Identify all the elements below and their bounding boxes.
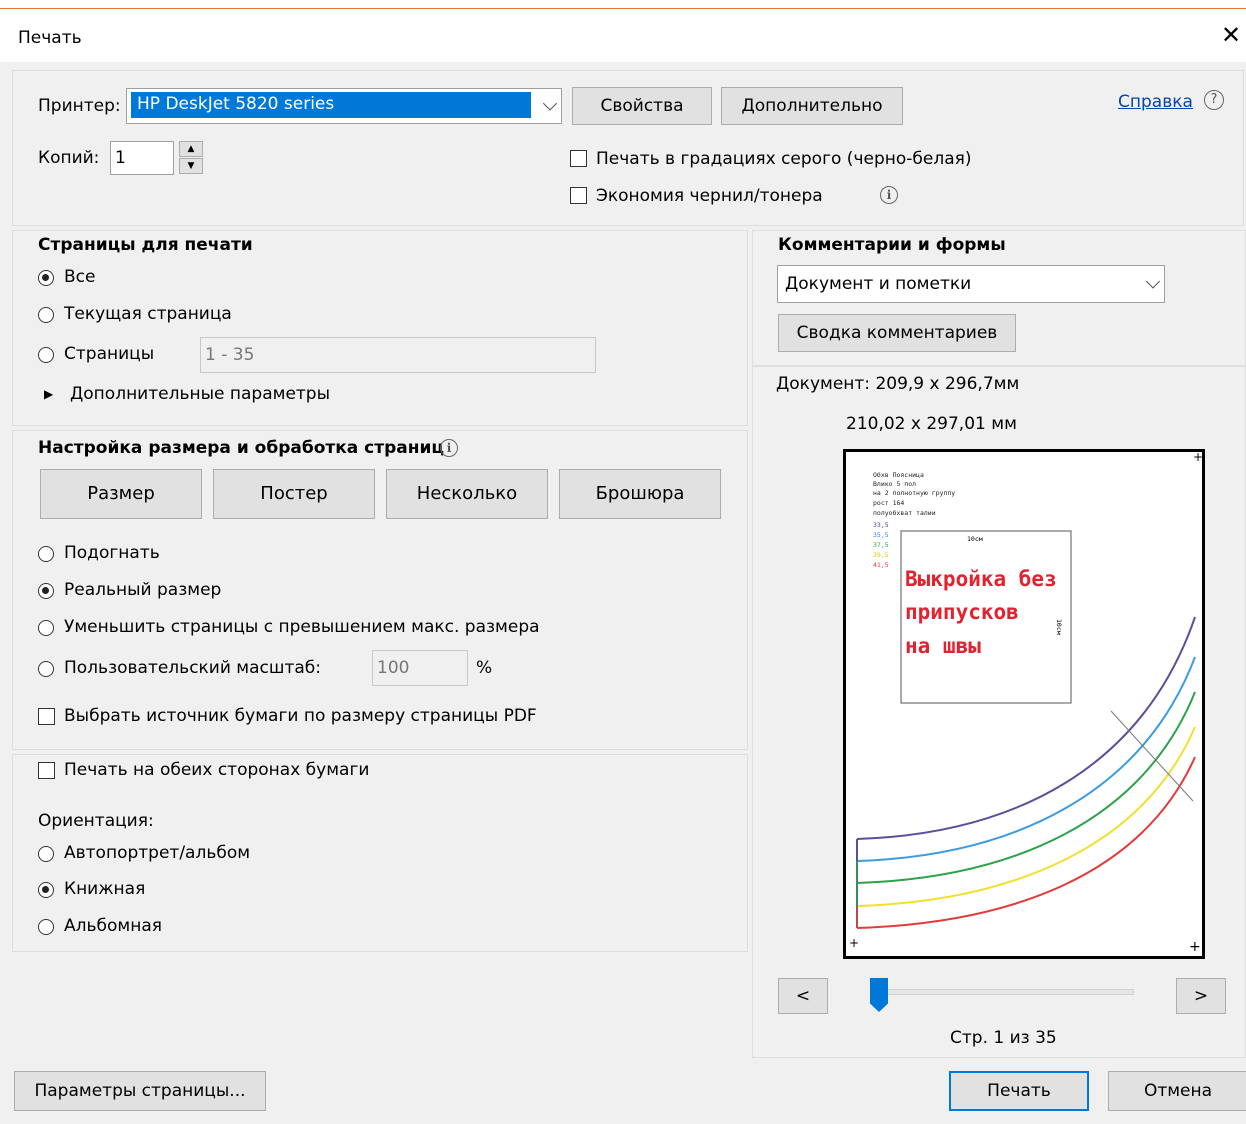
scale-box-label: 10см [967,535,983,543]
radio-page-range[interactable] [38,347,54,363]
sheet-size: 35,5 [873,531,889,539]
sheet-note: полуобхват талии [873,509,936,517]
radio-portrait[interactable] [38,882,54,898]
grayscale-label: Печать в градациях серого (черно-белая) [596,149,972,169]
radio-all-pages[interactable] [38,270,54,286]
auto-orientation-label: Автопортрет/альбом [64,843,251,863]
tab-poster[interactable]: Постер [213,469,375,519]
portrait-label: Книжная [64,879,146,899]
duplex-label: Печать на обеих сторонах бумаги [64,760,370,780]
document-size: Документ: 209,9 x 296,7мм [776,374,1020,394]
copies-stepper[interactable]: ▲ ▼ [179,141,203,175]
crop-mark-icon: + [1189,939,1201,955]
sheet-size: 37,5 [873,541,889,549]
shrink-label: Уменьшить страницы с превышением макс. р… [64,617,540,637]
tab-poster-label: Постер [260,483,328,504]
tab-multiple-label: Несколько [416,483,518,504]
sheet-size: 39,5 [873,551,889,559]
scale-box-side-label: 10см [1055,619,1063,635]
actual-size-label: Реальный размер [64,580,222,600]
radio-auto-orientation[interactable] [38,846,54,862]
sheet-note: Обхв Поясница [873,471,924,479]
page-indicator: Стр. 1 из 35 [950,1028,1057,1048]
all-pages-label: Все [64,267,96,287]
page-range-label: Страницы [64,344,155,364]
page-range-input[interactable]: 1 - 35 [200,337,596,373]
tab-multiple[interactable]: Несколько [386,469,548,519]
stepper-down-icon[interactable]: ▼ [179,158,203,174]
paper-source-checkbox[interactable] [38,708,55,725]
expand-triangle-icon[interactable]: ▶ [44,387,53,401]
percent-sign: % [476,658,493,678]
tab-booklet-label: Брошюра [595,483,685,504]
page-setup-button[interactable]: Параметры страницы... [14,1071,266,1111]
radio-actual-size[interactable] [38,583,54,599]
sheet-size: 41,5 [873,561,889,569]
help-link[interactable]: Справка [1118,92,1193,112]
paper-source-label: Выбрать источник бумаги по размеру стран… [64,706,537,726]
copies-label: Копий: [38,148,100,168]
current-page-label: Текущая страница [64,304,232,324]
info-icon[interactable]: i [440,439,458,457]
slider-thumb[interactable] [870,978,888,1012]
sheet-note: Влико 5 пол [873,480,916,488]
sheet-size: 33,5 [873,521,889,529]
info-icon[interactable]: i [880,186,898,204]
advanced-button[interactable]: Дополнительно [721,87,903,125]
radio-shrink[interactable] [38,620,54,636]
next-page-button[interactable]: > [1176,978,1226,1014]
sheet-note: на 2 полнотную группу [873,489,955,497]
comments-heading: Комментарии и формы [778,235,1006,255]
custom-scale-label: Пользовательский масштаб: [64,658,321,678]
comments-select[interactable]: Документ и пометки [777,265,1165,303]
window-top-border [0,8,1246,9]
help-icon[interactable]: ? [1204,90,1224,110]
red-text-line: Выкройка без [905,567,1057,591]
prev-page-button[interactable]: < [778,978,828,1014]
duplex-checkbox[interactable] [38,762,55,779]
sheet-note: рост 164 [873,499,904,507]
radio-current-page[interactable] [38,307,54,323]
properties-button[interactable]: Свойства [572,87,712,125]
red-text-line: на швы [905,634,981,658]
crop-mark-icon: + [1193,450,1203,464]
printer-select[interactable]: HP DeskJet 5820 series [126,88,562,124]
custom-scale-input[interactable]: 100 [372,650,468,686]
stepper-up-icon[interactable]: ▲ [179,141,203,157]
grayscale-checkbox[interactable] [570,150,587,167]
ink-saving-checkbox[interactable] [570,187,587,204]
sizing-heading: Настройка размера и обработка страниц [38,438,444,458]
crop-mark-icon: + [849,936,859,950]
page-preview: + + + Обхв Поясница Влико 5 пол на 2 пол… [843,449,1205,959]
dialog-title: Печать [18,28,82,48]
pages-heading: Страницы для печати [38,235,253,255]
orientation-heading: Ориентация: [38,811,154,831]
page-slider[interactable] [870,978,1134,1014]
slider-track [870,989,1134,995]
fit-label: Подогнать [64,543,160,563]
red-text-line: припусков [905,600,1019,624]
printer-label: Принтер: [38,96,121,116]
tab-size-label: Размер [87,483,155,504]
tab-booklet[interactable]: Брошюра [559,469,721,519]
radio-fit[interactable] [38,546,54,562]
paper-size: 210,02 x 297,01 мм [846,414,1017,434]
comments-summary-button[interactable]: Сводка комментариев [778,314,1016,352]
ink-saving-label: Экономия чернил/тонера [596,186,823,206]
cancel-button[interactable]: Отмена [1108,1071,1246,1111]
landscape-label: Альбомная [64,916,162,936]
tab-size[interactable]: Размер [40,469,202,519]
radio-custom-scale[interactable] [38,661,54,677]
more-options-label[interactable]: Дополнительные параметры [70,384,330,404]
print-button[interactable]: Печать [949,1071,1089,1111]
chevron-down-icon [1145,274,1161,289]
printer-selected-value: HP DeskJet 5820 series [137,94,335,114]
chevron-down-icon [542,96,558,111]
radio-landscape[interactable] [38,919,54,935]
close-button[interactable]: ✕ [1218,22,1244,48]
copies-input[interactable]: 1 [110,141,174,175]
comments-selected-value: Документ и пометки [785,274,972,294]
